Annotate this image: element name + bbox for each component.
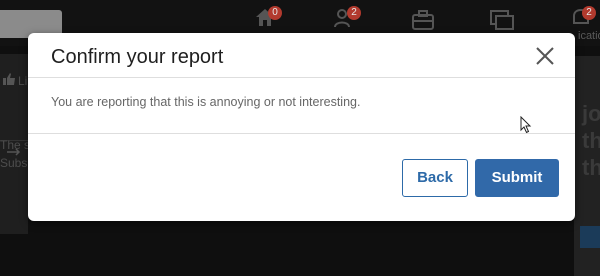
dialog-message: You are reporting that this is annoying … — [51, 95, 361, 109]
nav-network[interactable]: 2 — [333, 6, 361, 35]
notifications-badge: 2 — [582, 6, 596, 20]
dialog-title: Confirm your report — [51, 46, 224, 68]
mouse-cursor-icon — [520, 116, 532, 134]
header-divider — [28, 77, 575, 78]
close-icon — [536, 47, 554, 65]
network-badge: 2 — [347, 6, 361, 20]
right-rail-text: jo th th — [582, 101, 600, 180]
right-rail-button[interactable] — [580, 226, 600, 248]
like-icon — [3, 73, 15, 85]
nav-home[interactable]: 0 — [254, 6, 282, 33]
post-text-line-2: Subs — [0, 156, 28, 170]
notifications-label: ications — [578, 30, 600, 42]
briefcase-icon — [412, 10, 434, 30]
report-confirm-dialog: Confirm your report You are reporting th… — [28, 33, 575, 221]
nav-jobs[interactable] — [412, 10, 434, 35]
back-button[interactable]: Back — [402, 159, 468, 197]
close-button[interactable] — [534, 45, 556, 67]
like-label: Li — [18, 74, 28, 88]
nav-notifications[interactable]: 2 — [570, 6, 596, 33]
home-badge: 0 — [268, 6, 282, 20]
messages-icon — [490, 10, 514, 30]
footer-divider — [28, 133, 575, 134]
submit-button[interactable]: Submit — [475, 159, 559, 197]
post-text-line-1: The s — [0, 138, 31, 152]
